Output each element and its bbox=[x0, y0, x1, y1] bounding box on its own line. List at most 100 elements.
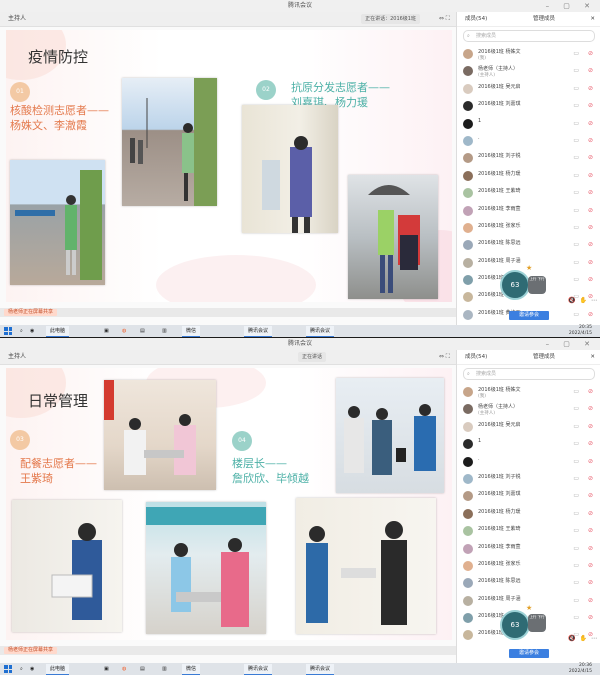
camera-icon[interactable]: ▭ bbox=[573, 154, 579, 161]
mic-muted-icon[interactable]: ⊘ bbox=[588, 492, 593, 499]
window-controls[interactable]: – ▢ ✕ bbox=[546, 338, 596, 350]
network-quality-badge[interactable]: 63 bbox=[500, 270, 530, 300]
mic-muted-icon[interactable]: ⊘ bbox=[588, 154, 593, 161]
windows-start-icon[interactable] bbox=[4, 327, 12, 335]
taskbar-task[interactable]: 此电脑 bbox=[46, 664, 70, 675]
participant-row[interactable]: 2016级1班 杨姝文 (我) ▭ ⊘ bbox=[457, 45, 600, 62]
participant-row[interactable]: 2016级1班 刘子锐 ▭ ⊘ bbox=[457, 149, 600, 166]
mic-muted-icon[interactable]: ⊘ bbox=[588, 259, 593, 266]
participant-row[interactable]: 2016级1班 李雨萱 ▭ ⊘ bbox=[457, 540, 600, 557]
camera-icon[interactable]: ▭ bbox=[573, 527, 579, 534]
camera-icon[interactable]: ▭ bbox=[573, 207, 579, 214]
camera-icon[interactable]: ▭ bbox=[573, 120, 579, 127]
network-quality-badge[interactable]: 63 bbox=[500, 610, 530, 640]
view-toggle-icon[interactable]: ⇔ ⛶ bbox=[439, 12, 450, 26]
participant-row[interactable]: 2016级1班 张家乐 ▭ ⊘ bbox=[457, 557, 600, 574]
mic-muted-icon[interactable]: ⊘ bbox=[588, 388, 593, 395]
taskbar-task[interactable]: 腾讯会议 bbox=[306, 326, 335, 337]
camera-icon[interactable]: ▭ bbox=[573, 440, 579, 447]
camera-icon[interactable]: ▭ bbox=[573, 189, 579, 196]
participant-row[interactable]: 2016级1班 刘子锐 ▭ ⊘ bbox=[457, 470, 600, 487]
mic-muted-icon[interactable]: ⊘ bbox=[588, 510, 593, 517]
mic-muted-icon[interactable]: ⊘ bbox=[588, 405, 593, 412]
camera-icon[interactable]: ▭ bbox=[573, 562, 579, 569]
mic-muted-icon[interactable]: ⊘ bbox=[588, 475, 593, 482]
participant-row[interactable]: 2016级1班 刘嘉琪 ▭ ⊘ bbox=[457, 487, 600, 504]
taskbar-search-icon[interactable]: ⌕ bbox=[20, 664, 23, 674]
participant-row[interactable]: 2016级1班 杨姝文 (我) ▭ ⊘ bbox=[457, 383, 600, 400]
windows-start-icon[interactable] bbox=[4, 665, 12, 673]
mic-muted-icon[interactable]: ⊘ bbox=[588, 276, 593, 283]
camera-icon[interactable]: ▭ bbox=[573, 259, 579, 266]
system-clock[interactable]: 20:36 2022/4/15 bbox=[569, 663, 592, 675]
hand-icon[interactable]: ✋ bbox=[580, 635, 587, 642]
camera-icon[interactable]: ▭ bbox=[573, 311, 579, 318]
mic-muted-icon[interactable]: ⊘ bbox=[588, 172, 593, 179]
mic-muted-icon[interactable]: ⊘ bbox=[588, 120, 593, 127]
participant-row[interactable]: 杨老师（主持人） (主持人) ▭ ⊘ bbox=[457, 400, 600, 417]
chrome-icon[interactable]: ◍ bbox=[122, 664, 126, 674]
camera-icon[interactable]: ▭ bbox=[573, 102, 579, 109]
camera-icon[interactable]: ▭ bbox=[573, 172, 579, 179]
mic-muted-icon[interactable]: ⊘ bbox=[588, 579, 593, 586]
panel-close-icon[interactable]: ✕ bbox=[590, 12, 595, 26]
taskbar-app-icon[interactable]: ▣ bbox=[104, 664, 109, 674]
mute-all-icon[interactable]: 🔇 bbox=[568, 635, 575, 642]
tab-members[interactable]: 成员(54) bbox=[465, 12, 487, 26]
taskbar-task[interactable]: 微信 bbox=[182, 664, 201, 675]
camera-icon[interactable]: ▭ bbox=[573, 388, 579, 395]
camera-icon[interactable]: ▭ bbox=[573, 85, 579, 92]
window-controls[interactable]: – ▢ ✕ bbox=[546, 0, 596, 12]
mic-muted-icon[interactable]: ⊘ bbox=[588, 311, 593, 318]
invite-button[interactable]: 邀请参会 bbox=[509, 649, 549, 658]
camera-icon[interactable]: ▭ bbox=[573, 276, 579, 283]
mic-muted-icon[interactable]: ⊘ bbox=[588, 423, 593, 430]
member-search-input[interactable]: ⌕ 搜索成员 bbox=[463, 30, 595, 42]
share-indicator[interactable]: 杨老师正在屏幕共享 bbox=[4, 309, 58, 316]
camera-icon[interactable]: ▭ bbox=[573, 241, 579, 248]
taskbar-task[interactable]: 腾讯会议 bbox=[244, 326, 273, 337]
camera-icon[interactable]: ▭ bbox=[573, 579, 579, 586]
mic-muted-icon[interactable]: ⊘ bbox=[588, 85, 593, 92]
participant-row[interactable]: . ▭ ⊘ bbox=[457, 132, 600, 149]
invite-button[interactable]: 邀请参会 bbox=[509, 311, 549, 320]
participant-row[interactable]: 2016级1班 吴元启 ▭ ⊘ bbox=[457, 80, 600, 97]
taskbar-task[interactable]: 此电脑 bbox=[46, 326, 70, 337]
participant-row[interactable]: 2016级1班 陈思远 ▭ ⊘ bbox=[457, 236, 600, 253]
camera-icon[interactable]: ▭ bbox=[573, 492, 579, 499]
taskbar-app-icon[interactable]: ▥ bbox=[162, 326, 167, 336]
camera-icon[interactable]: ▭ bbox=[573, 224, 579, 231]
edge-icon[interactable]: ◉ bbox=[30, 326, 34, 336]
mic-muted-icon[interactable]: ⊘ bbox=[588, 189, 593, 196]
camera-icon[interactable]: ▭ bbox=[573, 545, 579, 552]
camera-icon[interactable]: ▭ bbox=[573, 597, 579, 604]
camera-icon[interactable]: ▭ bbox=[573, 50, 579, 57]
mic-muted-icon[interactable]: ⊘ bbox=[588, 562, 593, 569]
panel-close-icon[interactable]: ✕ bbox=[590, 350, 595, 364]
mic-muted-icon[interactable]: ⊘ bbox=[588, 241, 593, 248]
participant-row[interactable]: 2016级1班 陈思远 ▭ ⊘ bbox=[457, 574, 600, 591]
tab-manage-members[interactable]: 管理成员 bbox=[533, 12, 555, 26]
participant-row[interactable]: 1 ▭ ⊘ bbox=[457, 115, 600, 132]
participant-row[interactable]: . ▭ ⊘ bbox=[457, 453, 600, 470]
mic-muted-icon[interactable]: ⊘ bbox=[588, 67, 593, 74]
mic-muted-icon[interactable]: ⊘ bbox=[588, 102, 593, 109]
participant-row[interactable]: 2016级1班 吴元启 ▭ ⊘ bbox=[457, 418, 600, 435]
tab-members[interactable]: 成员(54) bbox=[465, 350, 487, 364]
participant-row[interactable]: 2016级1班 刘嘉琪 ▭ ⊘ bbox=[457, 97, 600, 114]
mic-muted-icon[interactable]: ⊘ bbox=[588, 458, 593, 465]
share-indicator[interactable]: 杨老师正在屏幕共享 bbox=[4, 647, 58, 654]
hand-icon[interactable]: ✋ bbox=[580, 297, 587, 304]
participant-row[interactable]: 1 ▭ ⊘ bbox=[457, 435, 600, 452]
taskbar-app-icon[interactable]: ▥ bbox=[162, 664, 167, 674]
participant-row[interactable]: 杨老师（主持人） (主持人) ▭ ⊘ bbox=[457, 62, 600, 79]
participant-row[interactable]: 2016级1班 杨力瑗 ▭ ⊘ bbox=[457, 505, 600, 522]
mic-muted-icon[interactable]: ⊘ bbox=[588, 137, 593, 144]
view-toggle-icon[interactable]: ⇔ ⛶ bbox=[439, 350, 450, 364]
camera-icon[interactable]: ▭ bbox=[573, 510, 579, 517]
more-icon[interactable]: ⋯ bbox=[591, 297, 597, 304]
mic-muted-icon[interactable]: ⊘ bbox=[588, 545, 593, 552]
mic-muted-icon[interactable]: ⊘ bbox=[588, 224, 593, 231]
participant-row[interactable]: 2016级1班 王紫琦 ▭ ⊘ bbox=[457, 522, 600, 539]
taskbar-search-icon[interactable]: ⌕ bbox=[20, 326, 23, 336]
